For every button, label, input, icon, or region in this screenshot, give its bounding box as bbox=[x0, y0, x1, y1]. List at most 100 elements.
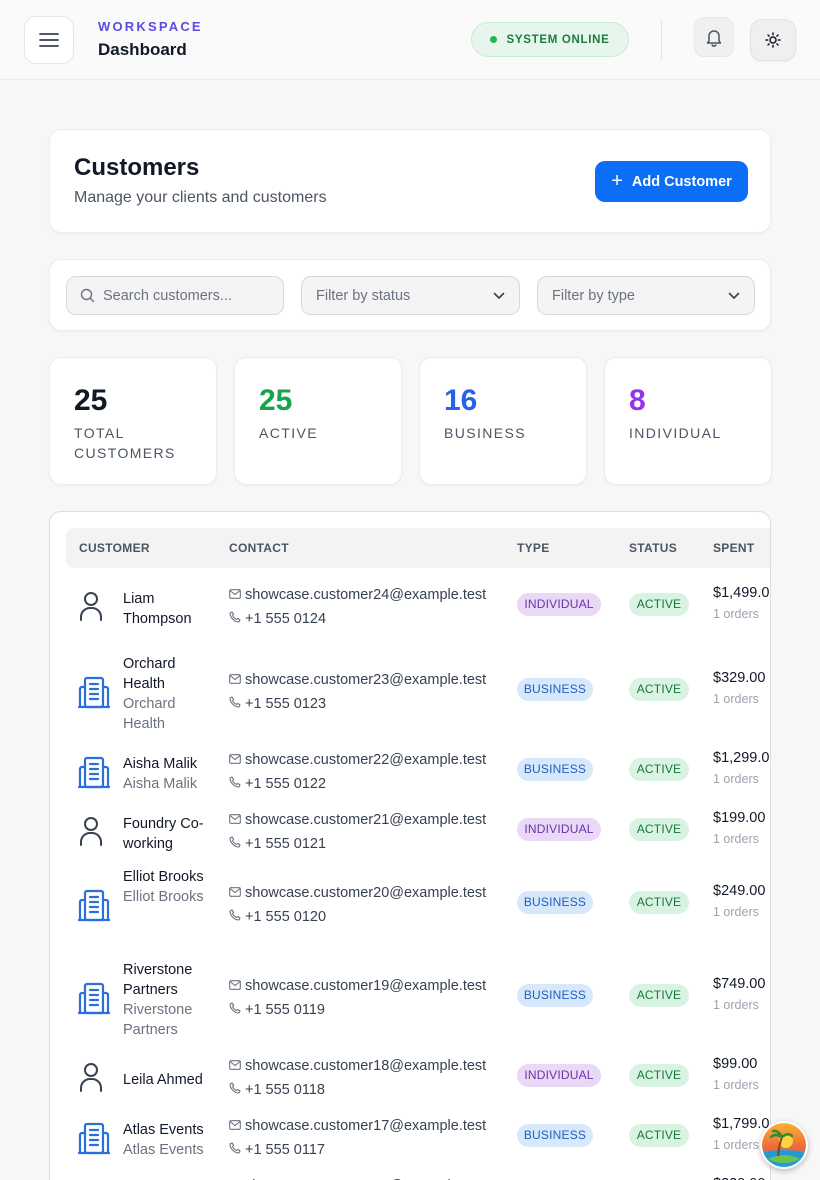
customers-table: CUSTOMER CONTACT TYPE STATUS SPENT Liam … bbox=[49, 511, 771, 1180]
spent-amount: $249.00 bbox=[713, 883, 766, 899]
email-link[interactable]: showcase.customer21@example.test bbox=[245, 808, 486, 832]
phone-number[interactable]: +1 555 0124 bbox=[245, 607, 326, 631]
divider bbox=[661, 20, 662, 60]
customer-name[interactable]: Riverstone Partners Riverstone Partners bbox=[123, 960, 215, 1040]
phone-number[interactable]: +1 555 0120 bbox=[245, 905, 326, 929]
customer-name-text: Elliot Brooks bbox=[123, 869, 204, 885]
mail-icon bbox=[229, 1054, 241, 1078]
building-icon bbox=[77, 888, 111, 927]
menu-button[interactable] bbox=[24, 16, 74, 64]
table-row[interactable]: Liam Thompson showcase.customer24@example… bbox=[66, 570, 770, 640]
phone-number[interactable]: +1 555 0119 bbox=[245, 998, 325, 1022]
table-row[interactable]: Orchard Health Orchard Health showcase.cus… bbox=[66, 640, 770, 740]
contact-cell: showcase.customer19@example.test +1 555 0… bbox=[229, 974, 519, 1022]
email-link[interactable]: showcase.customer22@example.test bbox=[245, 748, 486, 772]
type-badge: INDIVIDUAL bbox=[517, 1064, 601, 1087]
customer-company: Atlas Events bbox=[123, 1142, 204, 1158]
orders-count: 1 orders bbox=[713, 607, 759, 621]
spent-amount: $1,799.00 bbox=[713, 1116, 770, 1132]
customer-name-text: Atlas Events bbox=[123, 1122, 204, 1138]
stat-card-total: 25 TOTAL CUSTOMERS bbox=[49, 357, 217, 485]
page-subtitle: Manage your clients and customers bbox=[74, 189, 327, 206]
table-row[interactable]: Elliot Brooks Elliot Brooks showcase.custo… bbox=[66, 860, 770, 946]
orders-count: 1 orders bbox=[713, 998, 759, 1012]
person-icon bbox=[78, 1062, 104, 1099]
customer-name[interactable]: Elliot Brooks Elliot Brooks bbox=[123, 867, 215, 907]
status-filter-select[interactable]: Filter by status bbox=[301, 276, 520, 315]
phone-icon bbox=[229, 607, 241, 631]
email-link[interactable]: showcase.customer17@example.test bbox=[245, 1114, 486, 1138]
theme-toggle-button[interactable] bbox=[750, 19, 796, 61]
email-link[interactable]: showcase.customer24@example.test bbox=[245, 583, 486, 607]
contact-cell: showcase.customer22@example.test +1 555 0… bbox=[229, 748, 519, 796]
customer-name[interactable]: Aisha Malik Aisha Malik bbox=[123, 754, 215, 794]
building-icon bbox=[77, 675, 111, 714]
phone-number[interactable]: +1 555 0117 bbox=[245, 1138, 325, 1162]
phone-number[interactable]: +1 555 0118 bbox=[245, 1078, 325, 1102]
phone-icon bbox=[229, 692, 241, 716]
email-link[interactable]: showcase.customer16@example.test bbox=[245, 1174, 486, 1180]
contact-cell: showcase.customer24@example.test +1 555 0… bbox=[229, 583, 519, 631]
email-link[interactable]: showcase.customer19@example.test bbox=[245, 974, 486, 998]
orders-count: 1 orders bbox=[713, 832, 759, 846]
bell-icon bbox=[706, 29, 722, 47]
search-input[interactable] bbox=[103, 287, 273, 304]
building-icon bbox=[77, 981, 111, 1020]
table-row[interactable]: Atlas Events Atlas Events showcase.custome… bbox=[66, 1106, 770, 1166]
orders-count: 1 orders bbox=[713, 1138, 759, 1152]
spent-amount: $1,499.00 bbox=[713, 585, 770, 601]
table-row[interactable]: Aisha Malik Aisha Malik showcase.customer2… bbox=[66, 740, 770, 800]
stat-card-individual: 8 INDIVIDUAL bbox=[604, 357, 772, 485]
table-row[interactable]: Summit Accountingshowcase.customer16@exa… bbox=[66, 1166, 770, 1180]
spent-amount: $749.00 bbox=[713, 976, 766, 992]
notifications-button[interactable] bbox=[694, 17, 734, 57]
assistant-avatar-button[interactable] bbox=[760, 1121, 808, 1169]
stat-label: INDIVIDUAL bbox=[629, 425, 722, 441]
column-header-customer[interactable]: CUSTOMER bbox=[79, 541, 150, 555]
beach-icon bbox=[762, 1123, 806, 1167]
customer-name[interactable]: Foundry Co-working bbox=[123, 814, 215, 854]
menu-icon bbox=[39, 33, 59, 47]
mail-icon bbox=[229, 748, 241, 772]
email-link[interactable]: showcase.customer23@example.test bbox=[245, 668, 486, 692]
spent-amount: $1,299.00 bbox=[713, 750, 770, 766]
customer-name[interactable]: Atlas Events Atlas Events bbox=[123, 1120, 215, 1160]
orders-count: 1 orders bbox=[713, 905, 759, 919]
customer-name[interactable]: Liam Thompson bbox=[123, 589, 215, 629]
add-customer-button[interactable]: + Add Customer bbox=[595, 161, 748, 202]
table-row[interactable]: Foundry Co-working showcase.customer21@ex… bbox=[66, 800, 770, 860]
spent-amount: $99.00 bbox=[713, 1056, 758, 1072]
stat-value: 25 bbox=[74, 384, 108, 417]
type-badge: BUSINESS bbox=[517, 1124, 593, 1147]
customer-name[interactable]: Leila Ahmed bbox=[123, 1070, 215, 1090]
customer-name[interactable]: Orchard Health Orchard Health bbox=[123, 654, 215, 734]
customer-company: Elliot Brooks bbox=[123, 889, 204, 905]
workspace-title: Dashboard bbox=[98, 40, 187, 59]
phone-number[interactable]: +1 555 0121 bbox=[245, 832, 326, 856]
type-filter-select[interactable]: Filter by type bbox=[537, 276, 755, 315]
email-link[interactable]: showcase.customer18@example.test bbox=[245, 1054, 486, 1078]
column-header-spent[interactable]: SPENT bbox=[713, 541, 755, 555]
mail-icon bbox=[229, 974, 241, 998]
type-badge: INDIVIDUAL bbox=[517, 818, 601, 841]
system-status-badge: SYSTEM ONLINE bbox=[471, 22, 629, 57]
email-link[interactable]: showcase.customer20@example.test bbox=[245, 881, 486, 905]
table-row[interactable]: Leila Ahmed showcase.customer18@example.t… bbox=[66, 1046, 770, 1106]
status-badge: ACTIVE bbox=[629, 678, 689, 701]
status-filter-label: Filter by status bbox=[316, 287, 411, 304]
table-row[interactable]: Riverstone Partners Riverstone Partners sh… bbox=[66, 946, 770, 1046]
stat-card-active: 25 ACTIVE bbox=[234, 357, 402, 485]
customer-name-text: Riverstone Partners bbox=[123, 962, 193, 998]
phone-number[interactable]: +1 555 0123 bbox=[245, 692, 326, 716]
column-header-type[interactable]: TYPE bbox=[517, 541, 550, 555]
spent-amount: $229.00 bbox=[713, 1176, 765, 1180]
column-header-contact[interactable]: CONTACT bbox=[229, 541, 289, 555]
column-header-status[interactable]: STATUS bbox=[629, 541, 677, 555]
mail-icon bbox=[229, 808, 241, 832]
phone-number[interactable]: +1 555 0122 bbox=[245, 772, 326, 796]
stat-label: ACTIVE bbox=[259, 425, 318, 441]
search-box[interactable] bbox=[66, 276, 284, 315]
stat-label: BUSINESS bbox=[444, 425, 526, 441]
customer-company: Orchard Health bbox=[123, 696, 176, 732]
contact-cell: showcase.customer18@example.test +1 555 0… bbox=[229, 1054, 519, 1102]
